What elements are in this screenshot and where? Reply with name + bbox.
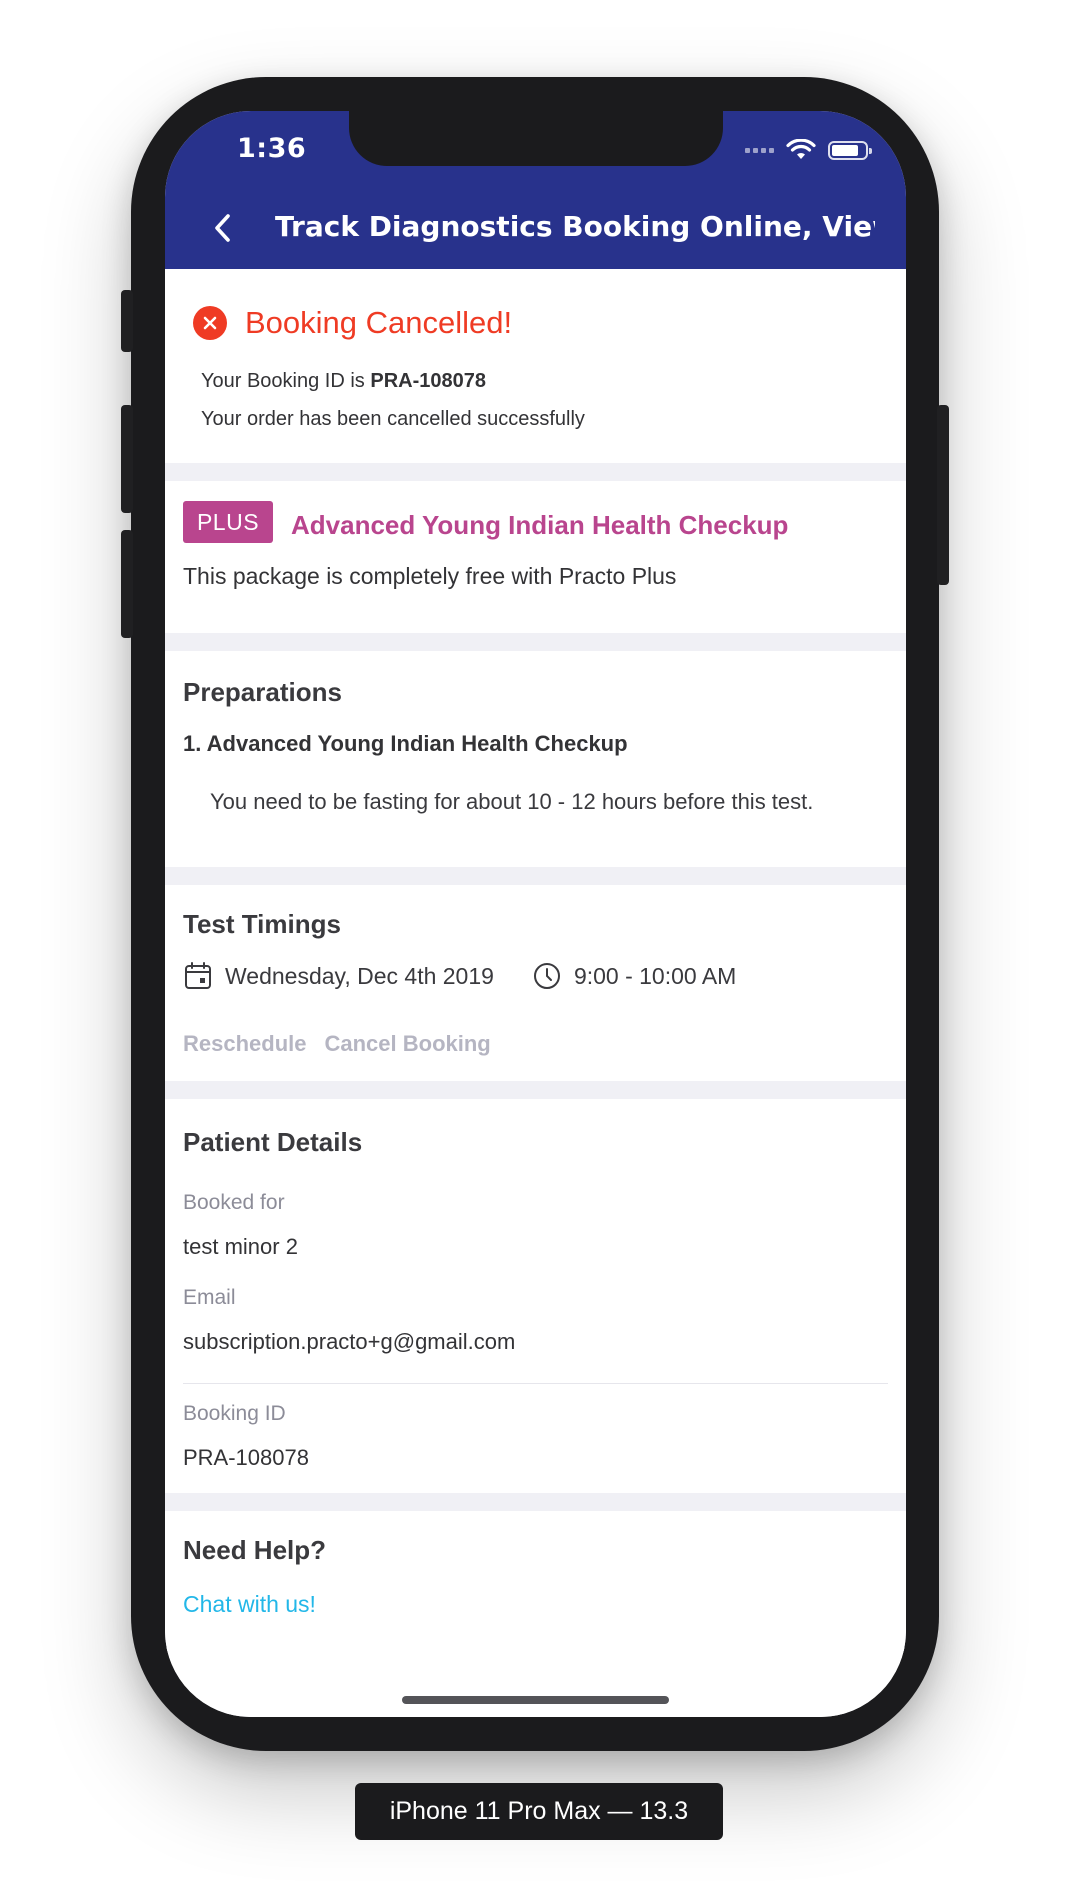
timing-actions: Reschedule Cancel Booking — [183, 1031, 491, 1057]
wifi-icon — [786, 139, 816, 159]
booked-for-value: test minor 2 — [183, 1234, 298, 1259]
home-indicator[interactable] — [402, 1696, 669, 1704]
timing-row: Wednesday, Dec 4th 2019 9:00 - 10:00 AM — [183, 961, 736, 991]
package-name: Advanced Young Indian Health Checkup — [291, 510, 789, 540]
cancel-booking-button[interactable]: Cancel Booking — [325, 1031, 491, 1057]
status-icons — [745, 139, 872, 161]
battery-icon — [828, 140, 872, 160]
test-timings-heading: Test Timings — [183, 909, 341, 939]
booking-id-label: Booking ID — [183, 1402, 286, 1425]
clock-icon — [532, 961, 562, 991]
chevron-left-icon — [215, 214, 230, 242]
booking-id-value: PRA-108078 — [370, 370, 486, 392]
cancelled-icon — [193, 306, 227, 340]
preparations-heading: Preparations — [183, 677, 342, 707]
booking-id-prefix: Your Booking ID is — [201, 370, 371, 392]
cancel-status: Booking Cancelled! — [193, 305, 512, 341]
calendar-icon — [183, 961, 213, 991]
test-time: 9:00 - 10:00 AM — [573, 962, 737, 989]
patient-details-heading: Patient Details — [183, 1127, 363, 1157]
power-button — [937, 405, 949, 585]
cancellation-card: Booking Cancelled! Your Booking ID is PR… — [165, 269, 906, 463]
booked-for-label: Booked for — [183, 1191, 285, 1214]
cellular-signal-icon — [745, 147, 774, 153]
plus-package-card: PLUS Advanced Young Indian Health Checku… — [165, 481, 906, 633]
preparations-card: Preparations 1. Advanced Young Indian He… — [165, 651, 906, 867]
back-button[interactable] — [207, 211, 237, 245]
notch — [349, 111, 723, 166]
bottom-area — [165, 1647, 906, 1717]
booking-details: Booking Cancelled! Your Booking ID is PR… — [165, 269, 906, 1669]
cancel-message: Your order has been cancelled successful… — [201, 408, 585, 430]
plus-badge: PLUS — [183, 501, 273, 543]
reschedule-button[interactable]: Reschedule — [183, 1031, 307, 1057]
chat-with-us-link[interactable]: Chat with us! — [183, 1591, 316, 1618]
email-value: subscription.practo+g@gmail.com — [183, 1329, 516, 1354]
package-note: This package is completely free with Pra… — [183, 563, 677, 589]
preparation-item-text: You need to be fasting for about 10 - 12… — [210, 789, 814, 814]
help-heading: Need Help? — [183, 1535, 327, 1565]
booking-id-line: Your Booking ID is PRA-108078 — [201, 370, 486, 393]
email-label: Email — [183, 1286, 236, 1309]
patient-booking-id: PRA-108078 — [183, 1445, 309, 1470]
simulator-stage: 1:36 Track Diagnostics Booking Online, V… — [0, 0, 1070, 1900]
device-caption: iPhone 11 Pro Max — 13.3 — [355, 1783, 723, 1840]
test-date: Wednesday, Dec 4th 2019 — [225, 962, 494, 989]
patient-details-card: Patient Details Booked for test minor 2 … — [165, 1099, 906, 1493]
test-timings-card: Test Timings Wednesday, Dec 4th 2019 9:0… — [165, 885, 906, 1081]
mute-switch — [121, 290, 133, 352]
preparation-item-title: 1. Advanced Young Indian Health Checkup — [183, 731, 628, 756]
status-time: 1:36 — [237, 133, 307, 164]
help-card: Need Help? Chat with us! — [165, 1511, 906, 1651]
cancel-title: Booking Cancelled! — [245, 305, 513, 340]
phone-screen: 1:36 Track Diagnostics Booking Online, V… — [165, 111, 906, 1717]
divider — [183, 1383, 888, 1384]
page-title: Track Diagnostics Booking Online, View P… — [275, 210, 875, 243]
volume-up-button — [121, 405, 133, 513]
volume-down-button — [121, 530, 133, 638]
